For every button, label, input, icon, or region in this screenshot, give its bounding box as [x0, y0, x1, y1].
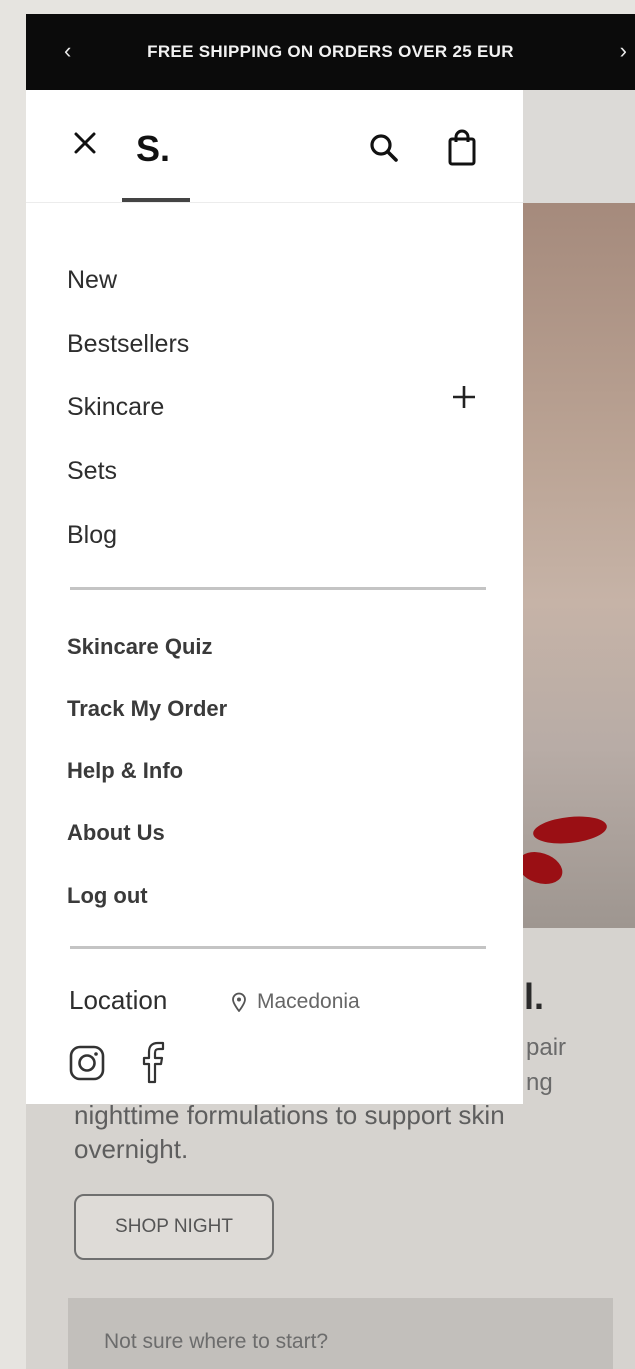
divider — [70, 946, 486, 949]
shopping-bag-icon[interactable] — [444, 128, 480, 168]
navigation-drawer: S. New Bestsellers Skincare Sets Blog Sk… — [26, 90, 523, 1104]
brand-logo[interactable]: S. — [136, 128, 170, 170]
active-tab-indicator — [122, 198, 190, 202]
nav-item-about-us[interactable]: About Us — [67, 820, 165, 846]
nav-item-new[interactable]: New — [67, 266, 117, 295]
divider — [70, 587, 486, 590]
nav-item-sets[interactable]: Sets — [67, 457, 117, 486]
nav-item-help-info[interactable]: Help & Info — [67, 758, 183, 784]
instagram-icon[interactable] — [68, 1044, 106, 1082]
red-pill-1 — [531, 813, 609, 847]
phone-screen: l. pair ng nighttime formulations to sup… — [26, 14, 635, 1369]
nav-item-log-out[interactable]: Log out — [67, 883, 148, 909]
hero-heading-fragment: l. — [524, 976, 545, 1017]
start-here-text: Not sure where to start? — [104, 1330, 329, 1353]
start-here-banner[interactable]: Not sure where to start? — [68, 1298, 613, 1369]
nav-item-blog[interactable]: Blog — [67, 521, 117, 550]
nav-item-skincare[interactable]: Skincare — [67, 393, 164, 422]
chevron-left-icon[interactable]: ‹ — [64, 36, 71, 66]
promo-banner: ‹ FREE SHIPPING ON ORDERS OVER 25 EUR › — [26, 14, 635, 90]
close-icon[interactable] — [68, 126, 102, 160]
promo-text: FREE SHIPPING ON ORDERS OVER 25 EUR — [147, 42, 514, 61]
description-fragment-1: pair — [526, 1034, 567, 1061]
hero-image — [513, 203, 635, 928]
location-value: Macedonia — [257, 990, 360, 1013]
facebook-icon[interactable] — [138, 1040, 168, 1084]
description-fragment-2: ng — [526, 1069, 553, 1096]
drawer-header: S. — [26, 90, 523, 203]
background-header — [523, 90, 635, 203]
nav-item-skincare-quiz[interactable]: Skincare Quiz — [67, 634, 213, 660]
plus-icon[interactable] — [450, 383, 478, 411]
location-label: Location — [69, 985, 168, 1015]
nav-item-bestsellers[interactable]: Bestsellers — [67, 330, 189, 359]
map-pin-icon — [232, 992, 246, 1012]
location-selector[interactable]: Macedonia — [231, 990, 360, 1014]
hero-description: nighttime formulations to support skin o… — [74, 1100, 505, 1164]
chevron-right-icon[interactable]: › — [620, 36, 627, 66]
nav-item-track-order[interactable]: Track My Order — [67, 696, 227, 722]
shop-night-button[interactable]: SHOP NIGHT — [74, 1194, 274, 1260]
search-icon[interactable] — [366, 130, 402, 166]
